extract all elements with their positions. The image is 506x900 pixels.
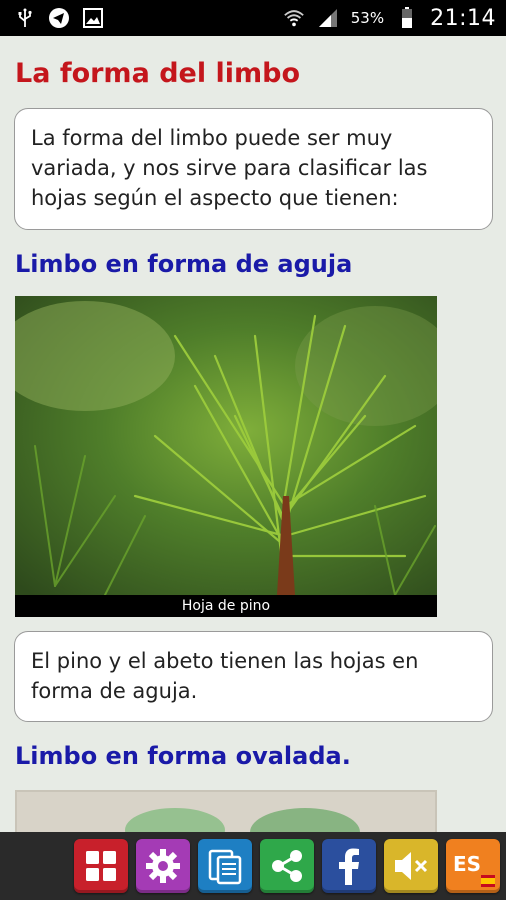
photo-caption: Hoja de pino — [15, 595, 437, 617]
signal-icon — [317, 7, 339, 29]
telegram-icon — [48, 7, 70, 29]
section-heading-oval: Limbo en forma ovalada. — [15, 742, 351, 770]
share-button[interactable] — [260, 839, 314, 893]
oval-leaf-photo — [15, 790, 437, 832]
pine-needles-illustration — [15, 296, 437, 596]
flag-es-icon — [481, 875, 495, 887]
image-icon — [82, 7, 104, 29]
gear-icon — [146, 849, 180, 883]
page-title: La forma del limbo — [15, 58, 301, 89]
bottom-toolbar: ES — [0, 832, 506, 900]
clipboard-icon — [208, 849, 242, 885]
language-label: ES — [453, 852, 482, 876]
language-button[interactable]: ES — [446, 839, 500, 893]
section-heading-needle: Limbo en forma de aguja — [15, 250, 353, 278]
battery-icon — [396, 7, 418, 29]
facebook-button[interactable] — [322, 839, 376, 893]
wifi-icon — [283, 7, 305, 29]
usb-icon — [14, 7, 36, 29]
status-bar-left — [14, 7, 104, 29]
article-content[interactable]: La forma del limbo La forma del limbo pu… — [0, 36, 506, 832]
battery-percent: 53% — [350, 9, 385, 27]
settings-button[interactable] — [136, 839, 190, 893]
needle-description-card: El pino y el abeto tienen las hojas en f… — [14, 631, 493, 722]
clock: 21:14 — [430, 5, 496, 31]
copy-button[interactable] — [198, 839, 252, 893]
speaker-mute-icon — [395, 852, 428, 880]
status-bar-right: 53% 21:14 — [283, 6, 496, 31]
facebook-icon — [339, 848, 359, 885]
menu-grid-button[interactable] — [74, 839, 128, 893]
status-bar: 53% 21:14 — [0, 0, 506, 36]
pine-needle-photo: Hoja de pino — [15, 296, 437, 617]
mute-button[interactable] — [384, 839, 438, 893]
grid-icon — [86, 851, 116, 881]
share-icon — [272, 850, 302, 882]
intro-card: La forma del limbo puede ser muy variada… — [14, 108, 493, 230]
